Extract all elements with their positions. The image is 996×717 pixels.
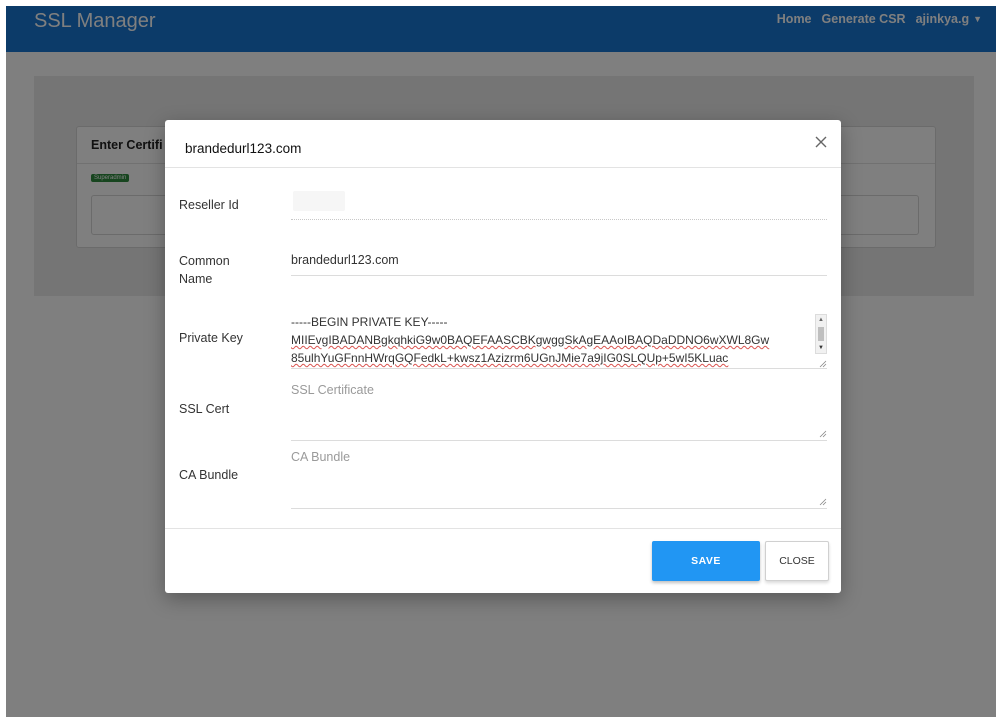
reseller-id-value (293, 191, 345, 211)
private-key-line: 85ulhYuGFnnHWrqGQFedkL+kwsz1Azizrm6UGnJM… (291, 351, 729, 365)
private-key-line: -----BEGIN PRIVATE KEY----- (291, 315, 448, 329)
reseller-id-label: Reseller Id (179, 198, 239, 212)
common-name-underline (291, 275, 827, 276)
resize-grip-icon[interactable] (819, 360, 827, 368)
ssl-cert-label: SSL Cert (179, 402, 230, 416)
ssl-cert-underline (291, 440, 827, 441)
save-button[interactable]: SAVE (652, 541, 760, 581)
common-name-label: Common Name (179, 254, 230, 286)
close-button[interactable]: CLOSE (765, 541, 829, 581)
modal-header: brandedurl123.com (165, 120, 841, 168)
private-key-line: MIIEvgIBADANBgkqhkiG9w0BAQEFAASCBKgwggSk… (291, 333, 770, 347)
common-name-input[interactable]: brandedurl123.com (291, 253, 399, 267)
private-key-label: Private Key (179, 331, 243, 345)
page: SSL Manager Home Generate CSR ajinkya.g … (6, 6, 996, 717)
close-icon[interactable] (811, 132, 831, 152)
ca-bundle-textarea[interactable]: CA Bundle (291, 450, 350, 464)
resize-grip-icon[interactable] (819, 498, 827, 506)
scroll-thumb[interactable] (818, 327, 824, 341)
ca-bundle-underline (291, 508, 827, 509)
ca-bundle-label: CA Bundle (179, 468, 239, 482)
modal-footer: SAVE CLOSE (165, 528, 841, 593)
reseller-id-input[interactable] (291, 219, 827, 220)
private-key-scrollbar[interactable]: ▲ ▼ (815, 314, 827, 354)
ssl-cert-textarea[interactable]: SSL Certificate (291, 383, 374, 397)
resize-grip-icon[interactable] (819, 430, 827, 438)
certificate-modal: brandedurl123.com Reseller Id Common Nam… (165, 120, 841, 593)
scroll-up-icon[interactable]: ▲ (816, 316, 826, 324)
modal-title: brandedurl123.com (185, 141, 302, 156)
private-key-textarea[interactable]: -----BEGIN PRIVATE KEY----- MIIEvgIBADAN… (291, 313, 827, 369)
scroll-down-icon[interactable]: ▼ (816, 344, 826, 352)
